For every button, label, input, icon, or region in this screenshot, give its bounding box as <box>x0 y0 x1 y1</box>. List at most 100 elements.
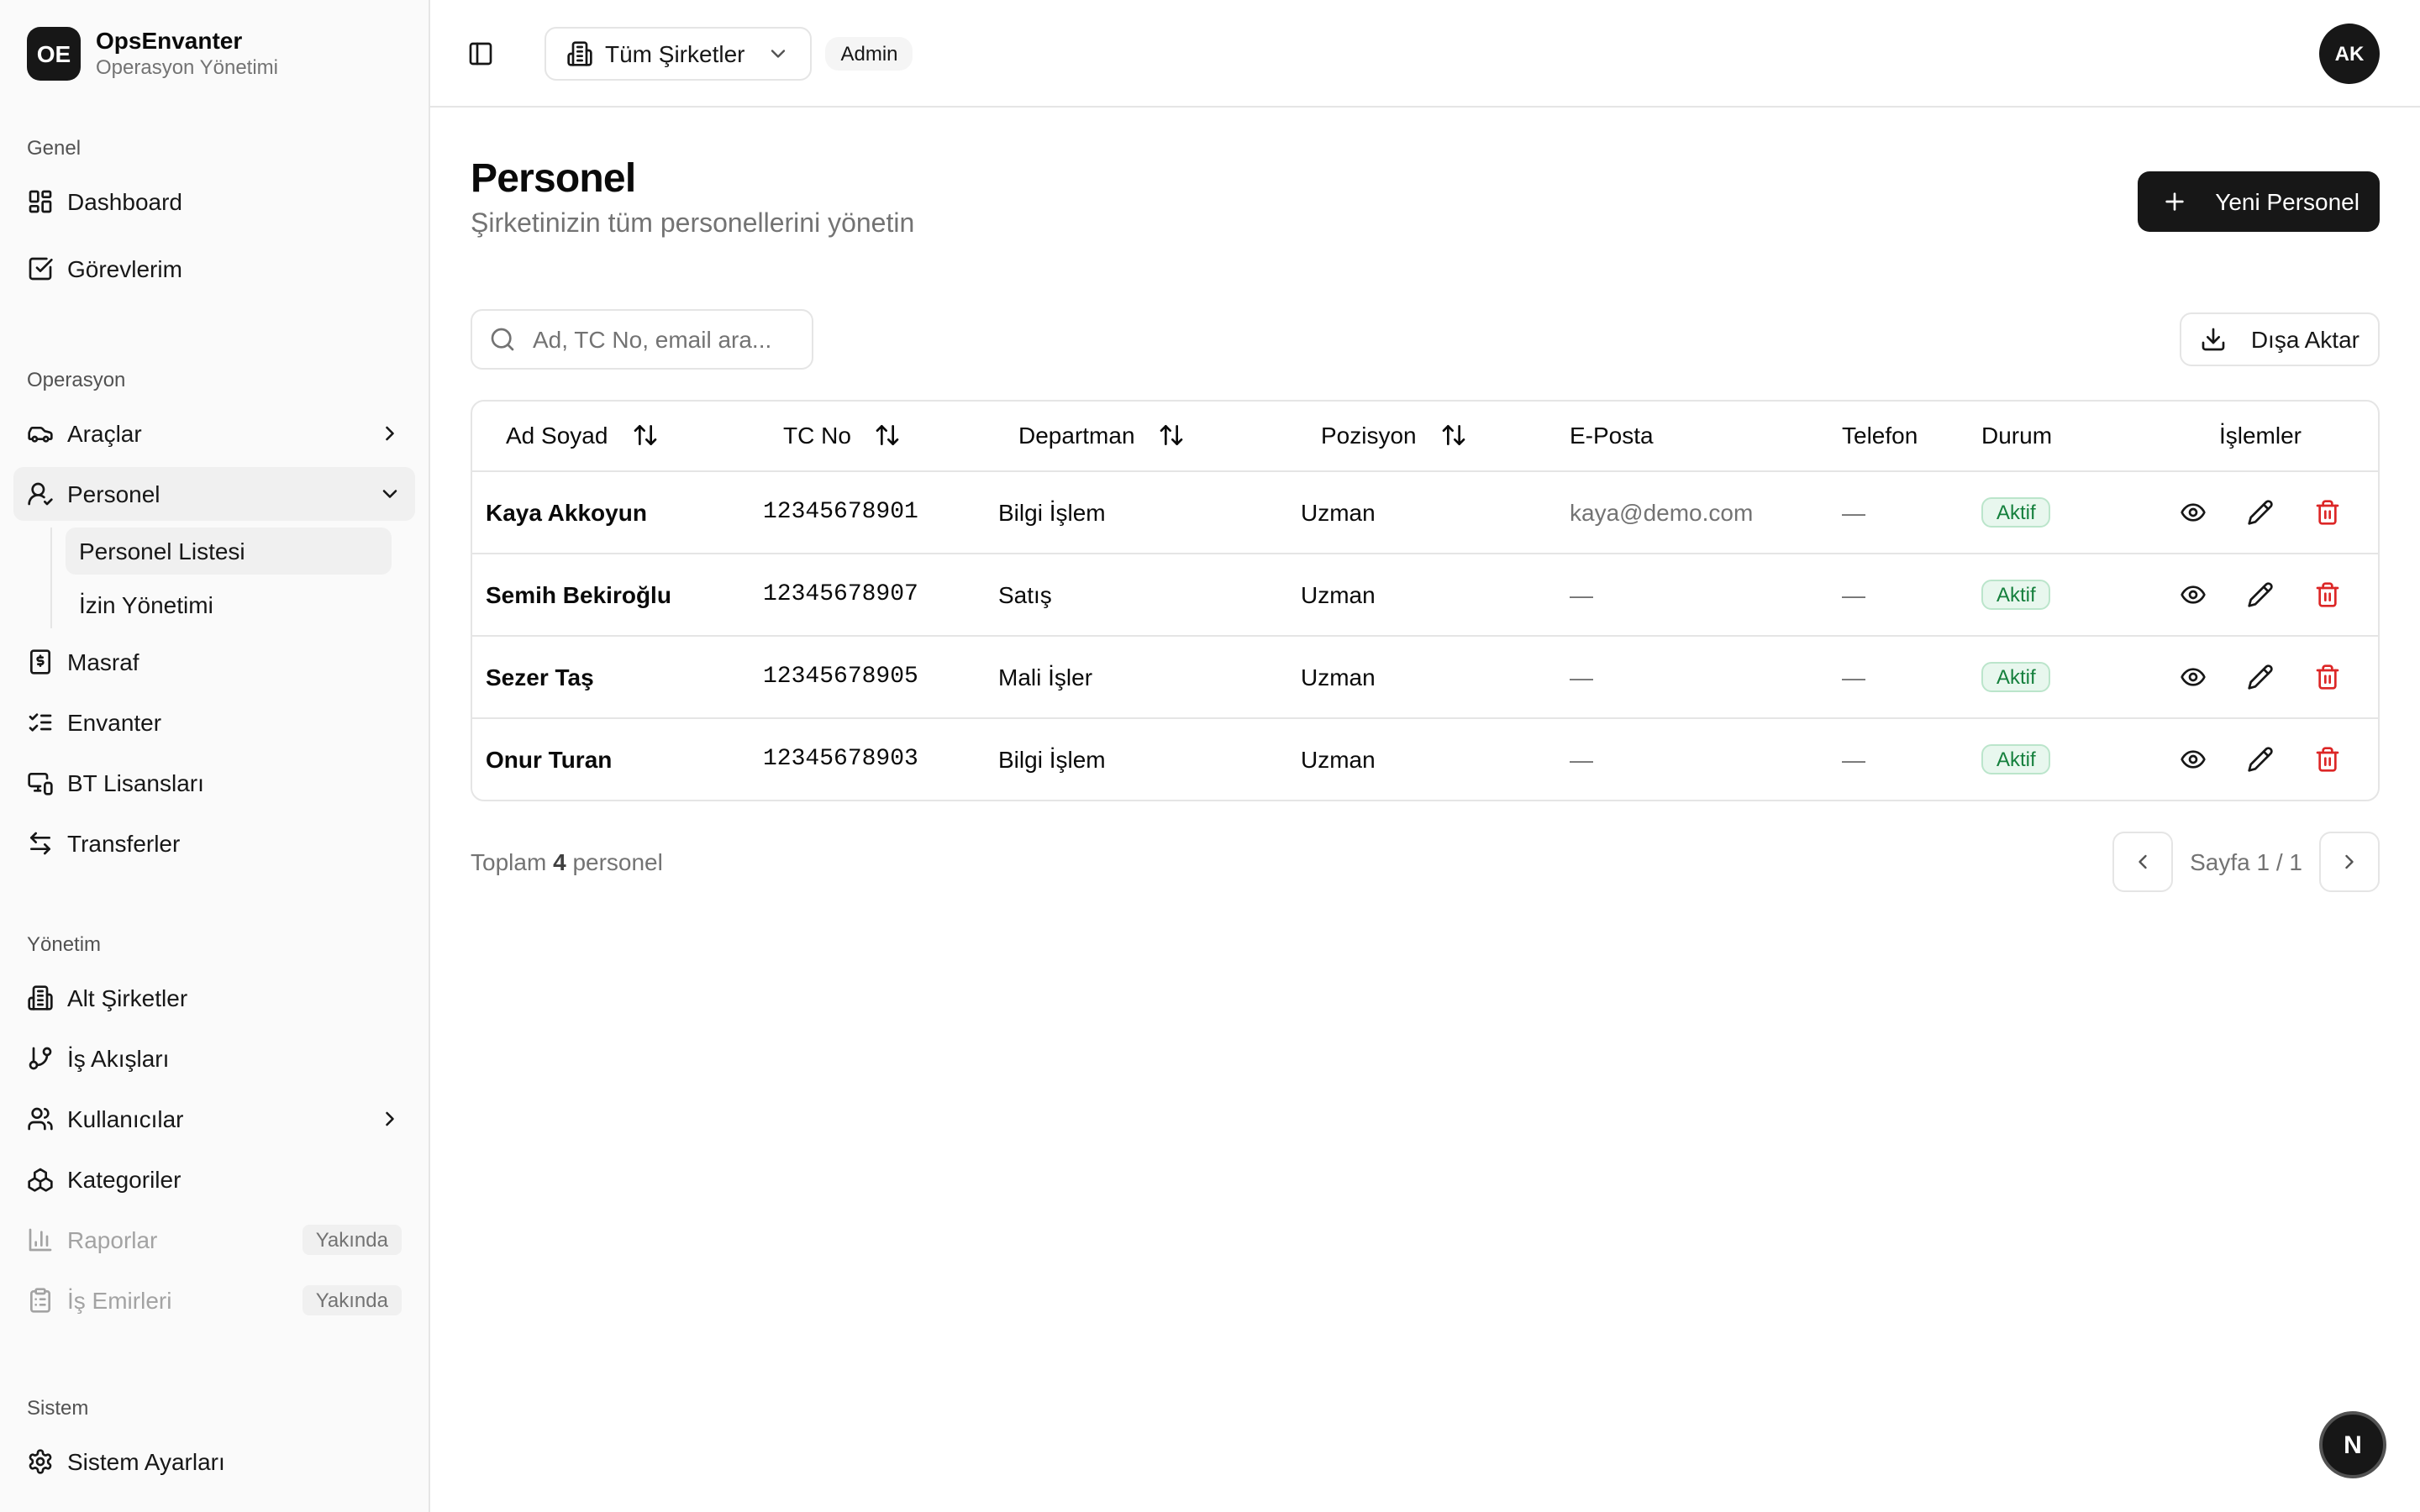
sidebar-item-envanter[interactable]: Envanter <box>13 696 415 749</box>
delete-button[interactable] <box>2311 659 2344 693</box>
company-select[interactable]: Tüm Şirketler <box>544 26 813 80</box>
chevron-down-icon <box>378 482 402 506</box>
edit-button[interactable] <box>2244 659 2277 693</box>
col-header-name[interactable]: Ad Soyad <box>472 402 750 471</box>
cell-name: Onur Turan <box>486 745 613 773</box>
sidebar-item-personel[interactable]: Personel <box>13 467 415 521</box>
export-button[interactable]: Dışa Aktar <box>2180 312 2380 366</box>
cell-tc: 12345678907 <box>750 553 985 636</box>
cell-position: Uzman <box>1287 470 1556 554</box>
sidebar-item-raporlar: Raporlar Yakında <box>13 1213 415 1267</box>
search-input[interactable] <box>533 326 785 353</box>
monitor-smartphone-icon <box>27 769 54 796</box>
sidebar-item-label: İş Emirleri <box>67 1287 172 1314</box>
arrow-left-right-icon <box>27 830 54 857</box>
arrow-up-down-icon <box>631 423 658 449</box>
page-info: Sayfa 1 / 1 <box>2190 848 2302 875</box>
table-row[interactable]: Kaya Akkoyun 12345678901 Bilgi İşlem Uzm… <box>472 470 2378 554</box>
sidebar-item-bt-lisanslari[interactable]: BT Lisansları <box>13 756 415 810</box>
pencil-icon <box>2247 580 2274 607</box>
sidebar-item-label: Masraf <box>67 648 139 675</box>
group-label-genel: Genel <box>27 136 82 160</box>
col-header-position[interactable]: Pozisyon <box>1287 402 1556 471</box>
list-checks-icon <box>27 709 54 736</box>
cell-actions <box>2143 553 2378 636</box>
view-button[interactable] <box>2176 743 2210 776</box>
cell-email: kaya@demo.com <box>1556 470 1828 554</box>
sidebar-item-label: Kullanıcılar <box>67 1105 184 1132</box>
edit-button[interactable] <box>2244 495 2277 528</box>
col-header-label: Ad Soyad <box>506 422 608 449</box>
trash-icon <box>2314 663 2341 690</box>
clipboard-list-icon <box>27 1287 54 1314</box>
table-row[interactable]: Onur Turan 12345678903 Bilgi İşlem Uzman… <box>472 717 2378 800</box>
company-select-value: Tüm Şirketler <box>605 39 745 66</box>
next-page-button[interactable] <box>2319 832 2380 892</box>
sidebar-item-masraf[interactable]: Masraf <box>13 635 415 689</box>
view-button[interactable] <box>2176 577 2210 611</box>
sidebar-item-araclar[interactable]: Araçlar <box>13 407 415 460</box>
edit-button[interactable] <box>2244 577 2277 611</box>
sidebar-item-label: Personel <box>67 480 160 507</box>
group-label-yonetim: Yönetim <box>27 932 102 956</box>
sidebar-item-label: Sistem Ayarları <box>67 1448 225 1475</box>
chevron-right-icon <box>378 422 402 445</box>
sidebar-item-label: İş Akışları <box>67 1045 170 1072</box>
sidebar-item-is-akislari[interactable]: İş Akışları <box>13 1032 415 1085</box>
delete-button[interactable] <box>2311 577 2344 611</box>
sidebar-subitem-personel-listesi[interactable]: Personel Listesi <box>66 528 392 575</box>
cell-position: Uzman <box>1287 553 1556 636</box>
delete-button[interactable] <box>2311 743 2344 776</box>
total-count: 4 <box>553 848 566 875</box>
new-personel-button[interactable]: Yeni Personel <box>2138 171 2380 232</box>
arrow-up-down-icon <box>1440 423 1467 449</box>
cell-phone: — <box>1828 470 1968 554</box>
sidebar-item-gorevlerim[interactable]: Görevlerim <box>13 242 415 296</box>
sidebar-toggle-button[interactable] <box>457 29 504 76</box>
col-header-email: E-Posta <box>1556 402 1828 471</box>
delete-button[interactable] <box>2311 495 2344 528</box>
chevron-right-icon <box>378 1107 402 1131</box>
eye-icon <box>2180 498 2207 525</box>
sidebar-item-label: BT Lisansları <box>67 769 204 796</box>
table-row[interactable]: Semih Bekiroğlu 12345678907 Satış Uzman … <box>472 553 2378 636</box>
prev-page-button[interactable] <box>2112 832 2174 892</box>
table-header-row: Ad Soyad TC No Departman Pozisyon E-Post… <box>472 402 2378 471</box>
new-personel-label: Yeni Personel <box>2215 188 2360 215</box>
cell-tc: 12345678905 <box>750 635 985 718</box>
cell-position: Uzman <box>1301 745 1376 773</box>
table-row[interactable]: Sezer Taş 12345678905 Mali İşler Uzman —… <box>472 635 2378 718</box>
sidebar-item-label: Alt Şirketler <box>67 984 188 1011</box>
sidebar-item-kullanicilar[interactable]: Kullanıcılar <box>13 1092 415 1146</box>
sidebar-item-label: Transferler <box>67 830 181 857</box>
brand[interactable]: OE OpsEnvanter Operasyon Yönetimi <box>13 0 415 108</box>
view-button[interactable] <box>2176 659 2210 693</box>
arrow-up-down-icon <box>875 423 902 449</box>
sidebar-item-sistem-ayarlari[interactable]: Sistem Ayarları <box>13 1435 415 1488</box>
search-icon <box>489 326 516 353</box>
square-check-icon <box>27 255 54 282</box>
download-icon <box>2201 326 2228 353</box>
total-prefix: Toplam <box>471 848 547 875</box>
cell-email: — <box>1556 635 1828 718</box>
sidebar-item-label: Envanter <box>67 709 162 736</box>
chevron-right-icon <box>2338 850 2361 874</box>
sidebar-item-label: Raporlar <box>67 1226 158 1253</box>
sidebar: OE OpsEnvanter Operasyon Yönetimi Genel … <box>0 0 430 1512</box>
dev-tools-button[interactable]: N <box>2319 1411 2386 1478</box>
sidebar-item-dashboard[interactable]: Dashboard <box>13 175 415 228</box>
avatar[interactable]: AK <box>2319 23 2380 83</box>
cell-status: Aktif <box>1968 553 2143 636</box>
sidebar-item-alt-sirketler[interactable]: Alt Şirketler <box>13 971 415 1025</box>
brand-subtitle: Operasyon Yönetimi <box>96 55 279 79</box>
col-header-tc[interactable]: TC No <box>750 402 985 471</box>
cell-status: Aktif <box>1968 635 2143 718</box>
edit-button[interactable] <box>2244 743 2277 776</box>
sidebar-item-transferler[interactable]: Transferler <box>13 816 415 870</box>
sidebar-item-kategoriler[interactable]: Kategoriler <box>13 1152 415 1206</box>
bar-chart-icon <box>27 1226 54 1253</box>
sidebar-subitem-izin-yonetimi[interactable]: İzin Yönetimi <box>66 581 392 628</box>
col-header-department[interactable]: Departman <box>985 402 1287 471</box>
eye-icon <box>2180 746 2207 773</box>
view-button[interactable] <box>2176 495 2210 528</box>
